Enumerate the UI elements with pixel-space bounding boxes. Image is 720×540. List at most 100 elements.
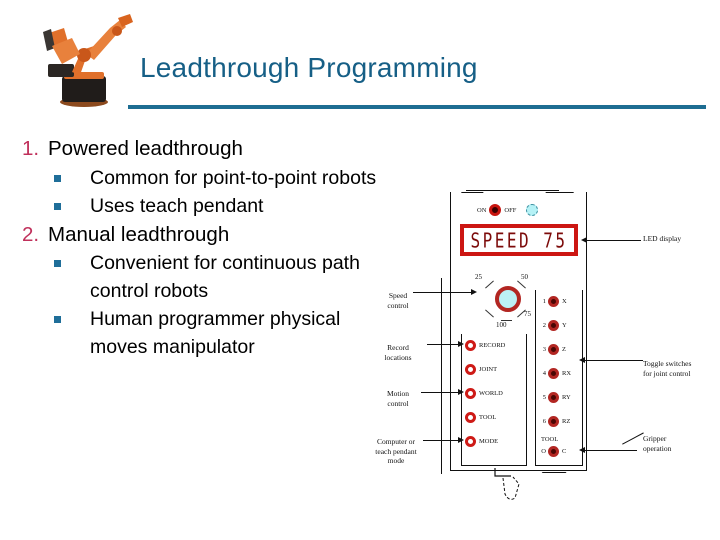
power-off-lamp-icon[interactable]: [526, 204, 539, 216]
square-bullet-icon: [54, 164, 90, 182]
axis-toggle-icon-2[interactable]: [548, 320, 559, 331]
axis-toggle-5[interactable]: 5 RY: [539, 392, 571, 403]
axis-label-6: RZ: [562, 418, 571, 425]
joint-button-label: JOINT: [479, 366, 498, 373]
on-label: ON: [477, 206, 487, 214]
list-item: Human programmer physical moves manipula…: [54, 305, 382, 361]
joint-button[interactable]: JOINT: [465, 364, 497, 375]
robot-arm-image: [43, 14, 133, 107]
pendant-cable: [494, 468, 520, 500]
axis-toggle-icon-3[interactable]: [548, 344, 559, 355]
arrowhead-gripper: [579, 446, 585, 453]
callout-mode: Computer or teach pendant mode: [363, 428, 429, 466]
led-display: SPEED 75: [460, 224, 578, 256]
speed-control-knob[interactable]: [495, 286, 521, 312]
callout-record-locations-text: Record locations: [384, 343, 412, 362]
list-text: Convenient for continuous path control r…: [90, 252, 360, 303]
leader-gripper-diag: [622, 432, 644, 445]
list-text: Powered leadthrough: [48, 137, 243, 160]
axis-number-6: 6: [542, 418, 546, 425]
list-text: Human programmer physical moves manipula…: [90, 308, 341, 359]
arrowhead-speed-control: [471, 288, 477, 295]
callout-speed-control: Speed control: [369, 282, 427, 310]
power-on-lamp-icon[interactable]: [489, 204, 502, 216]
callout-motion-control-text: Motion control: [386, 389, 410, 408]
dial-label-100: 100: [496, 321, 507, 329]
dial-label-75: 75: [524, 310, 531, 318]
page-title: Leadthrough Programming: [140, 52, 478, 83]
callout-led-display: LED display: [643, 234, 715, 243]
title-divider: [128, 105, 706, 109]
axis-toggle-6[interactable]: 6 RZ: [539, 416, 570, 427]
list-text: Uses teach pendant: [90, 194, 264, 217]
world-button-label: WORLD: [479, 390, 503, 397]
tool-button-icon[interactable]: [465, 412, 476, 423]
list-item: 2. Manual leadthrough: [22, 220, 382, 250]
axis-number-5: 5: [542, 394, 546, 401]
callout-mode-text: Computer or teach pendant mode: [375, 437, 417, 466]
axis-number-2: 2: [542, 322, 546, 329]
list-text: Manual leadthrough: [48, 222, 230, 246]
list-item: 1. Powered leadthrough: [22, 134, 382, 164]
record-button[interactable]: RECORD: [465, 340, 505, 351]
tool-button-label: TOOL: [479, 414, 497, 421]
callout-led-display-text: LED display: [643, 234, 682, 243]
axis-toggle-icon-6[interactable]: [548, 416, 559, 427]
square-bullet-icon: [54, 249, 90, 268]
world-button-icon[interactable]: [465, 388, 476, 399]
gripper-toggle[interactable]: O C: [539, 446, 566, 457]
axis-label-4: RX: [562, 370, 572, 377]
list-item: Convenient for continuous path control r…: [54, 249, 382, 305]
callout-toggle-switches: Toggle switches for joint control: [643, 350, 717, 378]
list-number: 2.: [22, 222, 40, 246]
world-button[interactable]: WORLD: [465, 388, 503, 399]
axis-number-4: 4: [542, 370, 546, 377]
mode-button-label: MODE: [479, 438, 499, 445]
square-bullet-icon: [54, 192, 90, 210]
axis-toggle-4[interactable]: 4 RX: [539, 368, 571, 379]
axis-label-3: Z: [562, 346, 566, 353]
axis-toggle-icon-5[interactable]: [548, 392, 559, 403]
square-bullet-icon: [54, 305, 90, 324]
list-number: 1.: [22, 137, 40, 160]
dial-tick-50: [517, 280, 526, 289]
axis-toggle-icon-1[interactable]: [548, 296, 559, 307]
arrowhead-motion-control: [458, 388, 464, 395]
tool-button[interactable]: TOOL: [465, 412, 496, 423]
gripper-toggle-icon[interactable]: [548, 446, 559, 457]
arrowhead-record-locations: [458, 340, 464, 347]
dial-label-25: 25: [475, 273, 482, 281]
list-text: Common for point-to-point robots: [90, 166, 377, 189]
axis-label-1: X: [562, 298, 567, 305]
axis-number-1: 1: [542, 298, 546, 305]
axis-label-5: RY: [562, 394, 571, 401]
callout-gripper-text: Gripper operation: [643, 434, 672, 453]
record-button-label: RECORD: [479, 342, 506, 349]
speed-dial-group: 25 50 75 100: [475, 273, 539, 329]
joint-button-icon[interactable]: [465, 364, 476, 375]
arrowhead-mode: [458, 436, 464, 443]
record-button-icon[interactable]: [465, 340, 476, 351]
list-item: Uses teach pendant: [54, 192, 382, 220]
leader-speed-control: [413, 292, 475, 294]
callout-gripper: Gripper operation: [643, 425, 713, 453]
mode-button[interactable]: MODE: [465, 436, 498, 447]
leader-led-display: [587, 240, 641, 242]
axis-toggle-2[interactable]: 2 Y: [539, 320, 567, 331]
dial-tick-25: [485, 280, 494, 289]
led-display-value: SPEED 75: [470, 228, 568, 252]
leader-toggle-switches: [585, 360, 643, 362]
slide-header: Leadthrough Programming: [0, 0, 720, 118]
list-item: Common for point-to-point robots: [54, 164, 382, 192]
leader-gripper: [585, 450, 637, 452]
axis-toggle-1[interactable]: 1 X: [539, 296, 567, 307]
axis-toggle-icon-4[interactable]: [548, 368, 559, 379]
arrowhead-toggle-switches: [579, 356, 585, 363]
axis-number-3: 3: [542, 346, 546, 353]
callout-motion-control: Motion control: [367, 380, 429, 408]
axis-label-2: Y: [562, 322, 567, 329]
callout-guide-rule: [441, 278, 443, 474]
axis-toggle-3[interactable]: 3 Z: [539, 344, 566, 355]
teach-pendant-diagram: ON OFF SPEED 75 25 50 75 100 RECORD JOIN…: [365, 182, 717, 512]
mode-button-icon[interactable]: [465, 436, 476, 447]
